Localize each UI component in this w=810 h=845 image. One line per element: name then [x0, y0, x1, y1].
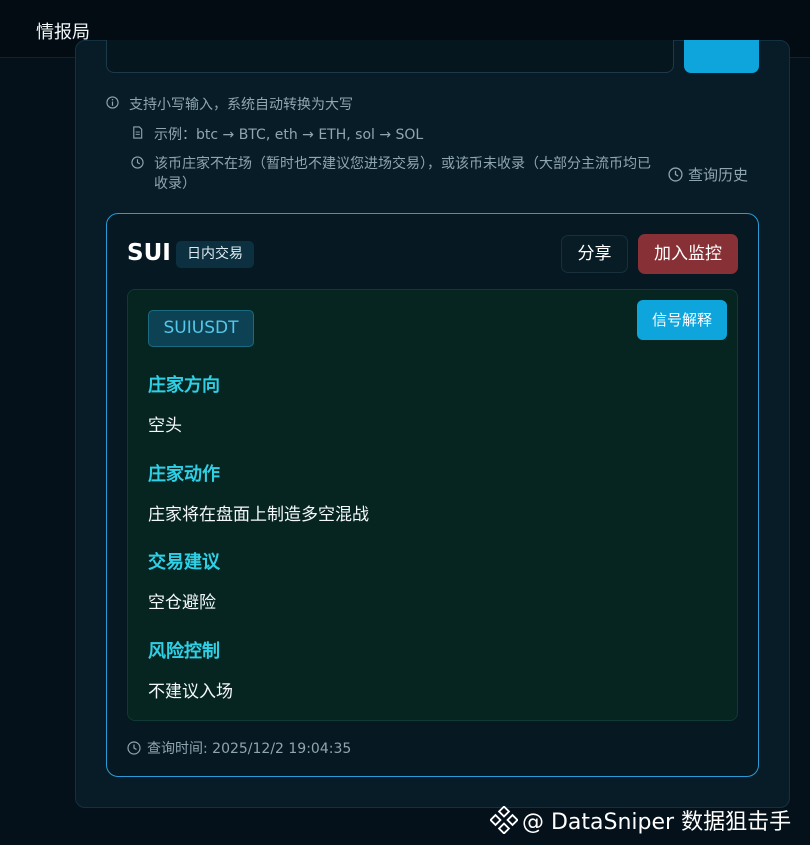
search-input[interactable]: [106, 40, 674, 73]
section-value-risk-control: 不建议入场: [148, 682, 233, 702]
document-icon: [133, 126, 143, 139]
add-monitor-button[interactable]: 加入监控: [638, 234, 738, 274]
hint-lowercase-text: 支持小写输入，系统自动转换为大写: [129, 97, 353, 113]
clock-icon: [668, 167, 683, 182]
section-value-dealer-action: 庄家将在盘面上制造多空混战: [148, 505, 369, 525]
section-value-trade-advice: 空仓避险: [148, 593, 216, 613]
query-history-label: 查询历史: [688, 166, 749, 184]
clock-icon: [131, 156, 144, 169]
section-heading-dealer-direction: 庄家方向: [148, 375, 220, 396]
hint-not-found: 该币庄家不在场（暂时也不建议您进场交易），或该币未收录（大部分主流币均已收录）: [131, 154, 661, 194]
hint-example: 示例：btc → BTC, eth → ETH, sol → SOL: [131, 124, 423, 144]
search-button[interactable]: [684, 40, 759, 73]
hint-lowercase: 支持小写输入，系统自动转换为大写: [106, 94, 353, 114]
section-heading-dealer-action: 庄家动作: [148, 464, 220, 485]
watermark: @ DataSniper 数据狙击手: [490, 804, 791, 836]
watermark-text: @ DataSniper 数据狙击手: [522, 810, 792, 835]
section-value-dealer-direction: 空头: [148, 416, 182, 436]
section-heading-trade-advice: 交易建议: [148, 552, 220, 573]
trading-pair-tag: SUIUSDT: [148, 310, 254, 347]
hint-example-text: 示例：btc → BTC, eth → ETH, sol → SOL: [154, 127, 424, 143]
query-time: 查询时间: 2025/12/2 19:04:35: [127, 738, 351, 758]
info-icon: [106, 96, 119, 109]
binance-logo-icon: [490, 806, 518, 834]
query-time-text: 查询时间: 2025/12/2 19:04:35: [147, 741, 352, 757]
hint-not-found-text: 该币庄家不在场（暂时也不建议您进场交易），或该币未收录（大部分主流币均已收录）: [154, 156, 651, 192]
clock-icon: [127, 741, 141, 755]
query-history-link[interactable]: 查询历史: [668, 164, 748, 185]
coin-symbol: SUI: [127, 240, 171, 266]
share-button[interactable]: 分享: [561, 235, 628, 273]
trade-type-badge: 日内交易: [176, 241, 254, 268]
section-heading-risk-control: 风险控制: [148, 641, 220, 662]
signal-explain-button[interactable]: 信号解释: [637, 300, 727, 340]
